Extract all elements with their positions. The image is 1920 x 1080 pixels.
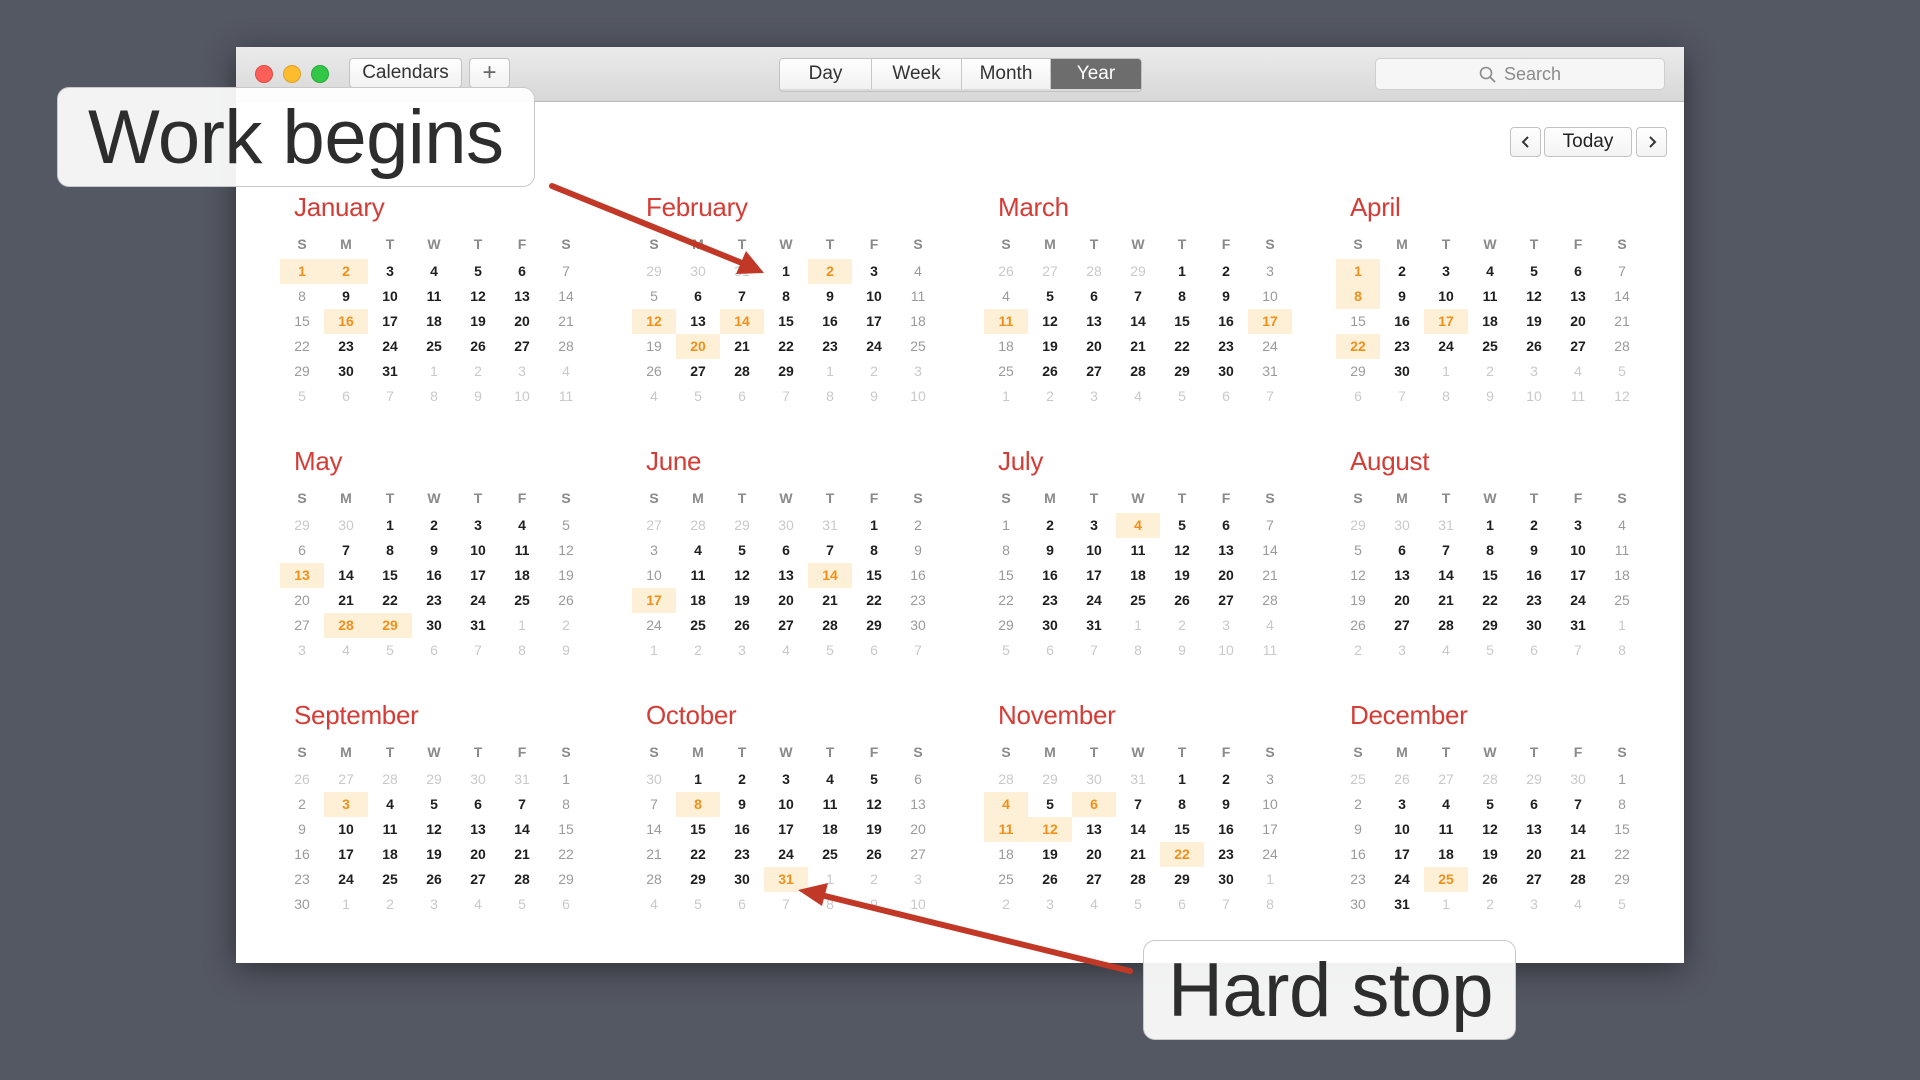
arrow-hard-stop bbox=[822, 893, 1133, 974]
arrow-work-begins bbox=[549, 183, 745, 266]
arrowhead-hard-stop bbox=[798, 883, 828, 906]
annotation-arrows bbox=[549, 183, 1133, 974]
